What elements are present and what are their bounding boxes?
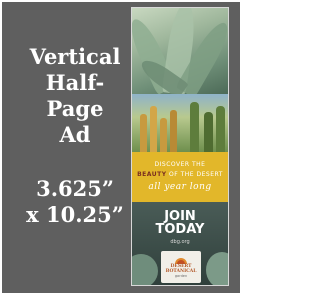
tagline-word: THE DESERT [180,171,223,178]
cactus-column [216,106,225,152]
ad-preview: DISCOVER THE BEAUTY OF THE DESERT all ye… [131,7,229,286]
title-line: Page [46,96,104,121]
logo-line: garden [174,274,188,278]
tagline-line: DISCOVER THE [154,161,206,168]
tagline-line: BEAUTY OF THE DESERT [132,171,228,178]
cactus-column [150,106,157,152]
cactus-column [204,112,213,152]
cactus-column [170,110,177,152]
title-line: Half- [45,70,105,95]
cactus-column [160,118,167,152]
title-line: Vertical [29,44,121,69]
cactus-column [140,114,147,152]
ad-dimensions: 3.625” x 10.25” [20,176,130,228]
agave-photo [132,8,228,94]
cactus-photo [132,94,228,152]
tagline-script: all year long [148,182,212,192]
title-line: Ad [59,122,91,147]
barrel-cactus [132,254,158,285]
tagline-word: OF [168,171,179,178]
cactus-column [190,102,199,152]
cta-url: dbg.org [170,239,190,245]
cta-band: JOIN TODAY dbg.org DESERT BOTANICAL gard… [132,202,228,285]
dimension-height: x 10.25” [26,202,124,227]
tagline-band: DISCOVER THE BEAUTY OF THE DESERT all ye… [132,152,228,202]
barrel-cactus [206,252,228,285]
sun-icon [175,258,187,264]
tagline-emphasis: BEAUTY [137,171,167,178]
garden-logo: DESERT BOTANICAL garden [161,251,201,283]
dimension-width: 3.625” [36,176,114,201]
cta-today: TODAY [155,222,205,237]
ad-format-title: Vertical Half- Page Ad [20,44,130,148]
